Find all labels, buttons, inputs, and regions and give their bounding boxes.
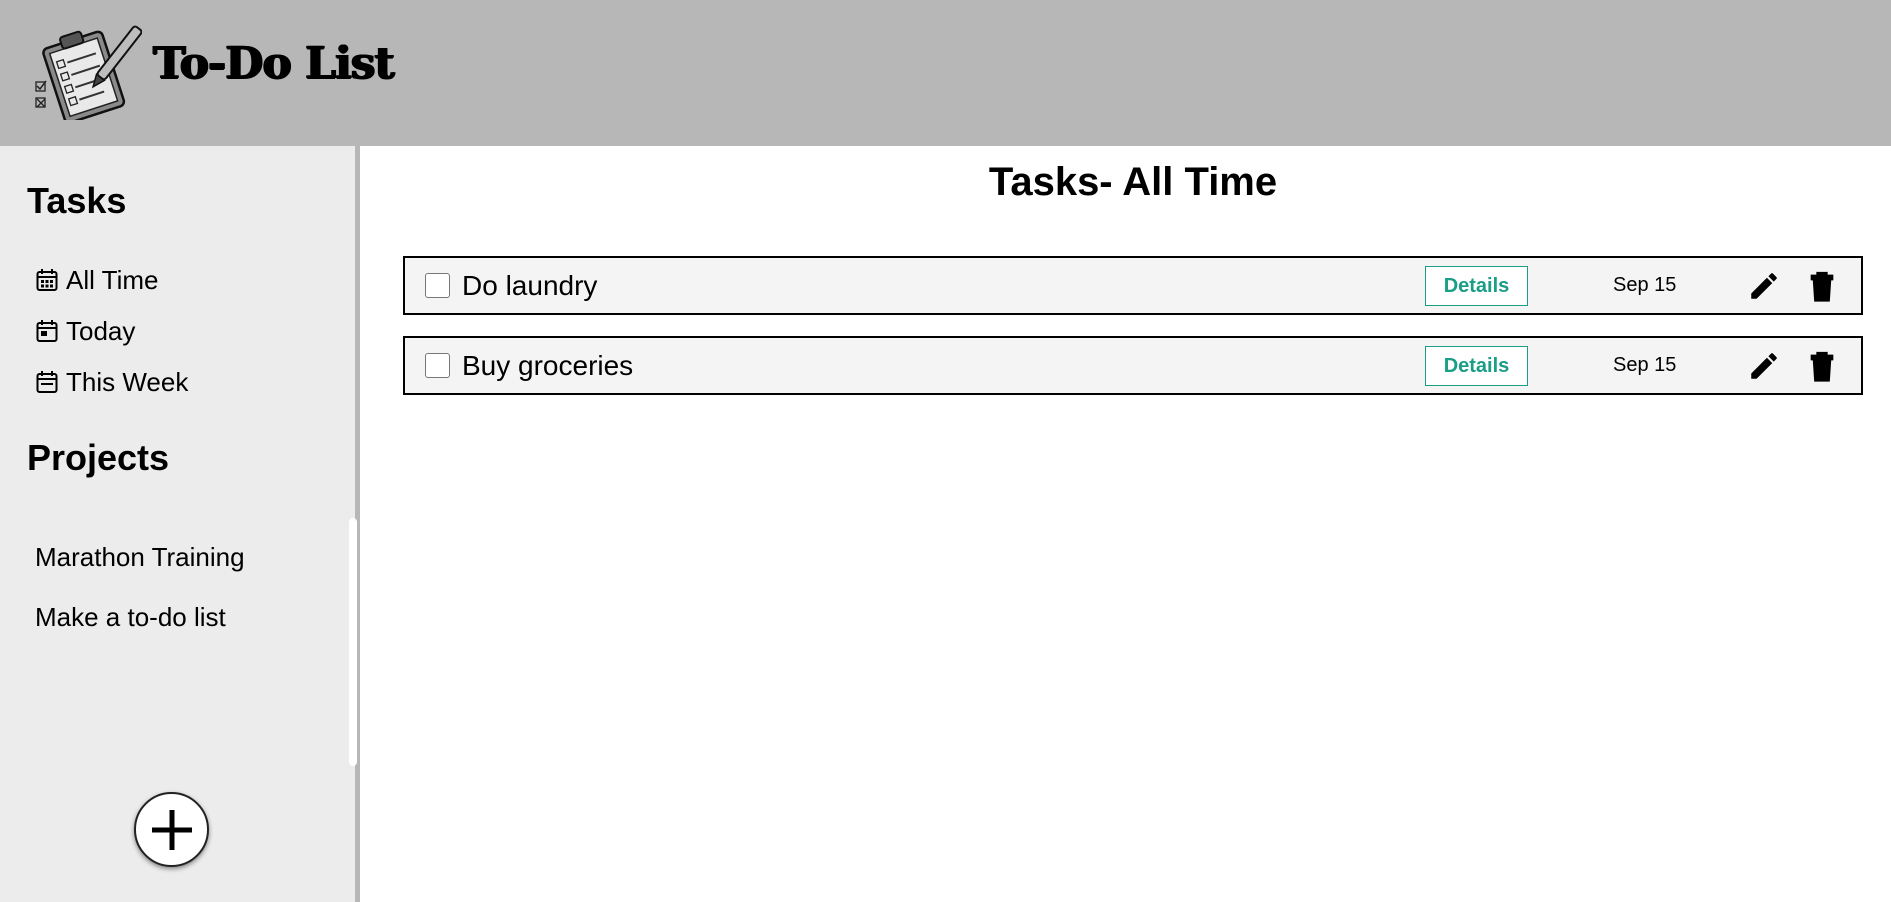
sidebar-item-this-week[interactable]: This Week xyxy=(36,365,188,399)
project-item-marathon-training[interactable]: Marathon Training xyxy=(35,542,245,573)
task-checkbox[interactable] xyxy=(425,273,450,298)
task-checkbox[interactable] xyxy=(425,353,450,378)
trash-delete-icon[interactable] xyxy=(1809,269,1835,303)
clipboard-checklist-icon xyxy=(35,25,142,120)
sidebar: Tasks All Time Today This Week Projects … xyxy=(0,146,360,902)
task-title: Buy groceries xyxy=(462,350,634,381)
calendar-week-icon xyxy=(36,371,58,393)
sidebar-item-label: All Time xyxy=(66,264,159,295)
sidebar-item-today[interactable]: Today xyxy=(36,314,135,348)
task-date: Sep 15 xyxy=(1613,274,1677,296)
task-row: Buy groceries Details Sep 15 xyxy=(403,336,1863,395)
tasks-heading: Tasks xyxy=(27,180,127,221)
add-project-button[interactable] xyxy=(134,792,209,867)
details-button[interactable]: Details xyxy=(1425,266,1528,306)
details-button[interactable]: Details xyxy=(1425,346,1528,386)
app-header: To-Do List xyxy=(0,0,1891,146)
task-title: Do laundry xyxy=(462,270,598,301)
task-date: Sep 15 xyxy=(1613,354,1677,376)
projects-heading: Projects xyxy=(27,437,170,478)
project-item-make-a-to-do-list[interactable]: Make a to-do list xyxy=(35,602,226,633)
sidebar-item-label: This Week xyxy=(66,366,189,397)
trash-delete-icon[interactable] xyxy=(1809,349,1835,383)
sidebar-item-label: Today xyxy=(66,315,136,346)
page-title: Tasks- All Time xyxy=(988,160,1278,204)
main-content: Tasks- All Time Do laundry Details Sep 1… xyxy=(365,146,1891,902)
calendar-day-icon xyxy=(36,320,58,342)
task-row: Do laundry Details Sep 15 xyxy=(403,256,1863,315)
plus-icon xyxy=(151,809,192,850)
pencil-edit-icon[interactable] xyxy=(1747,349,1781,383)
sidebar-scrollbar[interactable] xyxy=(349,518,357,766)
calendar-grid-icon xyxy=(36,269,58,291)
app-title: To-Do List xyxy=(153,38,395,89)
pencil-edit-icon[interactable] xyxy=(1747,269,1781,303)
sidebar-item-all-time[interactable]: All Time xyxy=(36,263,158,297)
